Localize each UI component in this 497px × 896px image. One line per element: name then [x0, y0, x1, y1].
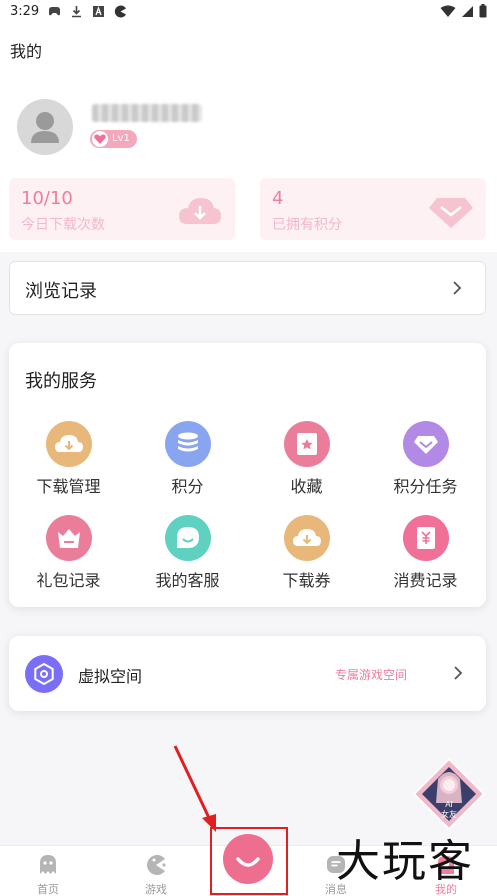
favorite-icon — [284, 421, 330, 467]
coins-icon — [165, 421, 211, 467]
service-label: 礼包记录 — [36, 571, 101, 590]
service-label: 积分任务 — [393, 477, 458, 496]
status-left: 3:29 — [10, 4, 127, 19]
game-controller-status-icon — [49, 6, 61, 15]
stat-card-points[interactable]: 4 已拥有积分 — [260, 178, 486, 240]
chevron-right-icon — [453, 281, 462, 295]
mascot-line1: AI — [445, 800, 453, 809]
stat-points-value: 4 — [272, 188, 284, 209]
profile-section: Lv1 — [0, 82, 497, 172]
tab-home[interactable]: 首页 — [0, 846, 96, 896]
service-label: 积分 — [171, 477, 204, 496]
diamond-icon — [429, 198, 473, 228]
virtual-space-card[interactable]: 虚拟空间 专属游戏空间 — [9, 636, 486, 711]
spending-record-icon — [403, 515, 449, 561]
service-label: 下载管理 — [36, 477, 101, 496]
customer-service-icon — [165, 515, 211, 561]
download-manage-icon — [46, 421, 92, 467]
gamepad-icon — [147, 855, 166, 875]
heart-diamond-icon — [92, 131, 108, 147]
download-coupon-icon — [284, 515, 330, 561]
avatar[interactable] — [17, 99, 73, 155]
default-user-icon — [31, 112, 59, 143]
status-bar: 3:29 — [0, 0, 497, 22]
service-label: 收藏 — [290, 477, 323, 496]
level-text: Lv1 — [112, 133, 130, 144]
tab-home-label: 首页 — [37, 883, 59, 896]
browse-history-row[interactable]: 浏览记录 — [9, 261, 486, 315]
virtual-space-label: 虚拟空间 — [78, 667, 143, 686]
status-time: 3:29 — [10, 3, 40, 19]
download-status-icon — [72, 5, 82, 17]
virtual-space-icon — [25, 655, 63, 693]
ghost-icon — [40, 855, 56, 874]
page-header: 我的 — [0, 22, 497, 82]
service-label: 下载券 — [282, 571, 331, 590]
mascot-line2: 女友 — [441, 809, 457, 819]
task-diamond-icon — [403, 421, 449, 467]
watermark-text: 大玩客 — [336, 836, 474, 887]
status-right — [440, 4, 487, 18]
tab-games-label: 游戏 — [145, 883, 167, 896]
cloud-download-icon — [179, 198, 221, 224]
stat-downloads-value: 10/10 — [21, 188, 73, 209]
virtual-space-tag: 专属游戏空间 — [335, 668, 408, 682]
stats-section: 10/10 今日下载次数 4 已拥有积分 — [0, 172, 497, 252]
signal-icon — [462, 5, 473, 17]
screen: 3:29 我的 Lv1 10/10 今日下载次数 4 已拥有积分 浏览记录 我的… — [0, 0, 497, 896]
annotation-arrow — [173, 745, 216, 832]
tab-games[interactable]: 游戏 — [108, 846, 204, 896]
battery-icon — [479, 4, 487, 18]
service-label: 我的客服 — [155, 571, 220, 590]
ai-girlfriend-floating-button[interactable]: AI 女友 — [412, 757, 486, 831]
gift-basket-icon — [46, 515, 92, 561]
font-status-icon — [93, 5, 105, 17]
chevron-right-icon — [454, 666, 463, 680]
service-label: 消费记录 — [393, 571, 458, 590]
annotation-highlight-box — [210, 827, 288, 895]
level-badge: Lv1 — [90, 130, 137, 148]
stat-card-downloads[interactable]: 10/10 今日下载次数 — [9, 178, 235, 240]
stat-downloads-label: 今日下载次数 — [21, 217, 105, 233]
username-blurred — [92, 104, 202, 122]
stat-points-label: 已拥有积分 — [272, 217, 342, 233]
pacman-status-icon — [115, 5, 127, 18]
wifi-icon — [440, 5, 456, 17]
services-card: 我的服务 下载管理 积分 收藏 积分任务 礼包记录 我的客服 下载券 消费记录 — [9, 343, 486, 607]
browse-history-label: 浏览记录 — [25, 281, 97, 302]
page-title: 我的 — [10, 42, 43, 61]
services-title: 我的服务 — [25, 371, 97, 392]
